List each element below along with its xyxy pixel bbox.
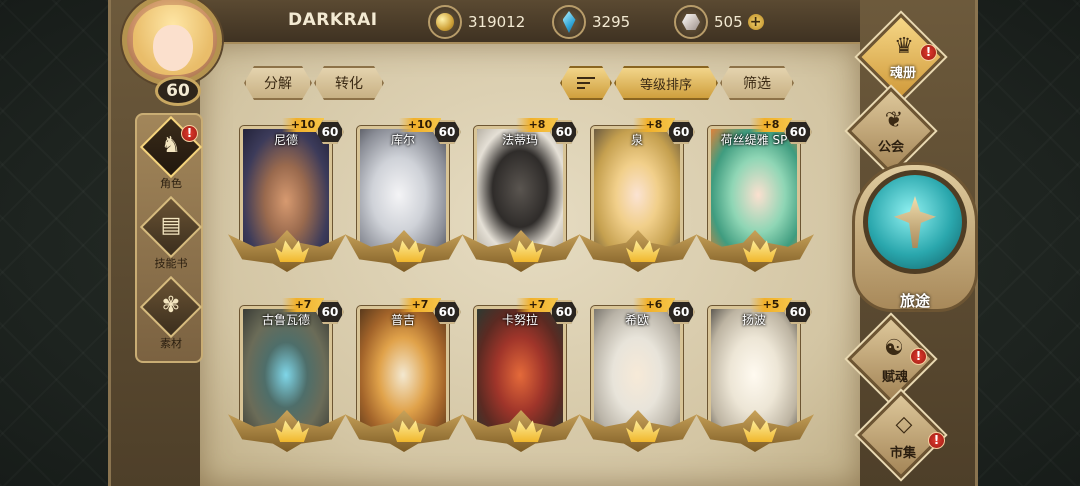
crystal-icon bbox=[674, 5, 708, 39]
nav-label-bestow-soul: 赋魂 bbox=[881, 370, 908, 385]
hero-card[interactable]: 卡努拉 +7 60 bbox=[462, 298, 586, 468]
menu-item-material[interactable]: ✾ 素材 bbox=[137, 275, 205, 357]
menu-item-character[interactable]: ♞ ! 角色 bbox=[137, 115, 205, 197]
gem-currency: 3295 bbox=[552, 5, 630, 39]
hero-card[interactable]: 尼德 +10 60 bbox=[228, 118, 352, 288]
hero-card[interactable]: 希欧 +6 60 bbox=[579, 298, 703, 468]
hero-card[interactable]: 法蒂玛 +8 60 bbox=[462, 118, 586, 288]
avatar-portrait bbox=[122, 0, 222, 86]
hero-card[interactable]: 泉 +8 60 bbox=[579, 118, 703, 288]
nav-journey[interactable]: 旅途 bbox=[852, 152, 978, 322]
player-name: DARKRAI bbox=[288, 10, 378, 30]
player-level-badge: 60 bbox=[155, 76, 201, 106]
menu-item-skill-book[interactable]: ▤ 技能书 bbox=[137, 195, 205, 277]
menu-label-skill-book: 技能书 bbox=[154, 257, 188, 270]
sort-order-icon bbox=[577, 77, 595, 89]
menu-label-character: 角色 bbox=[160, 177, 182, 190]
hero-name: 泉 bbox=[630, 133, 643, 147]
hero-name: 希欧 bbox=[624, 313, 649, 327]
hero-name: 库尔 bbox=[390, 133, 415, 147]
hero-card[interactable]: 普吉 +7 60 bbox=[345, 298, 469, 468]
gold-amount: 319012 bbox=[468, 13, 526, 31]
hero-name: 扬波 bbox=[741, 313, 766, 327]
skill-book-icon: ▤ bbox=[160, 213, 182, 238]
left-menu: ♞ ! 角色 ▤ 技能书 ✾ 素材 bbox=[135, 113, 203, 363]
sort-by-level-button[interactable]: 等级排序 bbox=[614, 66, 718, 100]
hero-name: 法蒂玛 bbox=[501, 133, 538, 147]
nav-soul-book[interactable]: ♛ ! 魂册 bbox=[848, 13, 958, 101]
hero-name: 尼德 bbox=[273, 133, 298, 147]
menu-label-material: 素材 bbox=[160, 337, 182, 350]
nav-label-journey: 旅途 bbox=[899, 292, 930, 310]
nav-label-soul-book: 魂册 bbox=[889, 66, 916, 81]
guild-icon: ❦ bbox=[884, 108, 904, 133]
crystal-amount: 505 bbox=[714, 13, 743, 31]
convert-button[interactable]: 转化 bbox=[314, 66, 384, 100]
gem-amount: 3295 bbox=[592, 13, 631, 31]
add-crystal-button[interactable]: + bbox=[747, 14, 764, 30]
hero-card[interactable]: 扬波 +5 60 bbox=[696, 298, 820, 468]
hero-name: 荷丝缇雅 SP bbox=[720, 133, 788, 147]
hero-name: 卡努拉 bbox=[501, 313, 538, 327]
nav-label-market: 市集 bbox=[889, 446, 916, 461]
hero-name: 古鲁瓦德 bbox=[261, 313, 310, 327]
sort-order-button[interactable] bbox=[560, 66, 612, 100]
character-alert-icon: ! bbox=[181, 125, 198, 142]
hero-name: 普吉 bbox=[390, 313, 415, 327]
filter-button[interactable]: 筛选 bbox=[720, 66, 794, 100]
soul-book-alert-icon: ! bbox=[920, 44, 937, 61]
soul-book-icon: ♛ bbox=[894, 34, 914, 59]
gold-currency: 319012 bbox=[428, 5, 525, 39]
gold-coin-icon bbox=[428, 5, 462, 39]
decompose-button[interactable]: 分解 bbox=[244, 66, 312, 100]
blue-gem-icon bbox=[552, 5, 586, 39]
market-icon: ◇ bbox=[895, 412, 913, 437]
hero-card[interactable]: 荷丝缇雅 SP +8 60 bbox=[696, 118, 820, 288]
hero-card[interactable]: 古鲁瓦德 +7 60 bbox=[228, 298, 352, 468]
bestow-soul-alert-icon: ! bbox=[910, 348, 927, 365]
player-avatar[interactable]: 60 bbox=[112, 0, 234, 108]
hero-card[interactable]: 库尔 +10 60 bbox=[345, 118, 469, 288]
bestow-soul-icon: ☯ bbox=[884, 336, 904, 361]
nav-market[interactable]: ◇ ! 市集 bbox=[848, 391, 958, 479]
crystal-currency: 505 + bbox=[674, 5, 764, 39]
material-icon: ✾ bbox=[161, 293, 181, 318]
nav-bestow-soul[interactable]: ☯ ! 赋魂 bbox=[838, 315, 948, 403]
